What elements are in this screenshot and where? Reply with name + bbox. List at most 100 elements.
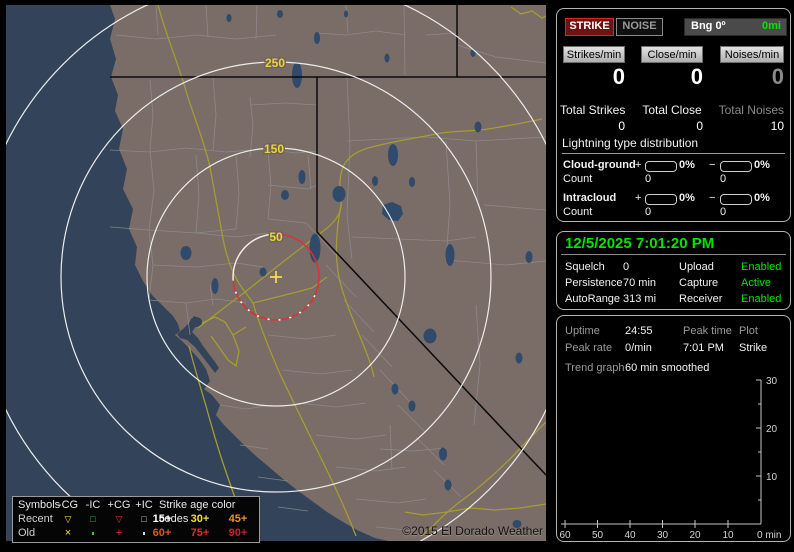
squelch-value: 0 bbox=[623, 259, 629, 275]
x-tick-10: 10 bbox=[722, 530, 734, 539]
age-45-label: 45+ bbox=[225, 512, 251, 526]
total-noises-label: Total Noises bbox=[712, 103, 784, 117]
receiver-label: Receiver bbox=[679, 291, 722, 307]
cg-minus-bar bbox=[720, 161, 752, 172]
status-panel: 12/5/2025 7:01:20 PM Squelch 0 Upload En… bbox=[556, 231, 791, 310]
strike-trend-graph: 30 20 10 60 50 40 30 20 10 0 min bbox=[557, 374, 790, 539]
noise-mode-button[interactable]: NOISE bbox=[616, 18, 663, 36]
plot-series-value: Strike bbox=[739, 340, 767, 356]
ring-label-50: 50 bbox=[269, 230, 283, 244]
capture-label: Capture bbox=[679, 275, 718, 291]
cg-minus-count: 0 bbox=[720, 173, 726, 186]
symbols-legend: Symbols -CG -IC +CG +IC Strike age color… bbox=[12, 496, 260, 543]
close-per-min-value: 0 bbox=[641, 64, 703, 90]
legend-pos-ic-header: +IC bbox=[131, 498, 157, 512]
x-tick-50: 50 bbox=[592, 530, 604, 539]
legend-symbols-header: Symbols bbox=[18, 498, 60, 512]
old-pos-cg-plus-icon: + bbox=[105, 526, 133, 540]
recent-neg-cg-triangle-icon: ▽ bbox=[55, 512, 81, 526]
cg-plus-bar bbox=[645, 161, 677, 172]
lightning-range-map[interactable]: 50 150 250 ©2015 El Dorado Weather bbox=[6, 5, 546, 541]
ic-plus-count: 0 bbox=[645, 206, 651, 219]
distribution-title: Lightning type distribution bbox=[562, 136, 785, 154]
legend-pos-cg-header: +CG bbox=[105, 498, 133, 512]
persistence-label: Persistence bbox=[565, 275, 622, 291]
ring-label-150: 150 bbox=[264, 142, 284, 156]
squelch-label: Squelch bbox=[565, 259, 605, 275]
strike-counters-panel: STRIKE NOISE Bng 0º 0mi Strikes/min Clos… bbox=[556, 8, 791, 222]
total-strikes-label: Total Strikes bbox=[560, 103, 632, 117]
datetime-separator bbox=[561, 254, 786, 255]
total-close-value: 0 bbox=[641, 119, 703, 133]
trend-panel: Uptime 24:55 Peak time Plot Peak rate 0/… bbox=[556, 315, 791, 542]
strikes-per-min-button[interactable]: Strikes/min bbox=[563, 46, 625, 63]
intracloud-label: Intracloud bbox=[563, 192, 616, 205]
persistence-value: 70 min bbox=[623, 275, 656, 291]
autorange-label: AutoRange bbox=[565, 291, 620, 307]
bearing-display: Bng 0º 0mi bbox=[684, 18, 787, 36]
cg-plus-sign: + bbox=[635, 159, 641, 172]
ic-minus-sign: − bbox=[709, 192, 715, 205]
cg-plus-percent: 0% bbox=[679, 159, 695, 172]
map-copyright: ©2015 El Dorado Weather bbox=[402, 524, 543, 538]
age-75-label: 75+ bbox=[187, 526, 213, 540]
total-noises-value: 10 bbox=[720, 119, 784, 133]
peak-time-value: 7:01 PM bbox=[683, 340, 724, 356]
ic-minus-bar bbox=[720, 194, 752, 205]
peak-rate-label: Peak rate bbox=[565, 340, 612, 356]
cg-minus-percent: 0% bbox=[754, 159, 770, 172]
noises-per-min-value: 0 bbox=[720, 64, 784, 90]
total-close-label: Total Close bbox=[637, 103, 707, 117]
bearing-label: Bng 0º bbox=[691, 19, 726, 34]
x-tick-40: 40 bbox=[624, 530, 636, 539]
cloud-ground-label: Cloud-ground bbox=[563, 159, 636, 172]
legend-recent-label: Recent bbox=[18, 512, 53, 526]
uptime-label: Uptime bbox=[565, 323, 600, 339]
recent-pos-cg-triangle-icon: ▽ bbox=[105, 512, 133, 526]
x-tick-60: 60 bbox=[559, 530, 571, 539]
strike-mode-button[interactable]: STRIKE bbox=[565, 18, 614, 36]
receiver-status: Enabled bbox=[741, 291, 781, 307]
x-tick-0min: 0 min bbox=[757, 530, 781, 539]
cg-minus-sign: − bbox=[709, 159, 715, 172]
y-tick-20: 20 bbox=[766, 424, 778, 435]
ic-plus-percent: 0% bbox=[679, 192, 695, 205]
close-per-min-button[interactable]: Close/min bbox=[641, 46, 703, 63]
uptime-value: 24:55 bbox=[625, 323, 653, 339]
legend-neg-cg-header: -CG bbox=[55, 498, 81, 512]
peak-rate-value: 0/min bbox=[625, 340, 652, 356]
age-15-label: 15+ bbox=[149, 512, 175, 526]
legend-neg-ic-header: -IC bbox=[81, 498, 105, 512]
total-strikes-value: 0 bbox=[563, 119, 625, 133]
old-neg-cg-x-icon: × bbox=[55, 526, 81, 540]
x-tick-30: 30 bbox=[657, 530, 669, 539]
old-neg-ic-dot-icon bbox=[81, 526, 105, 540]
upload-status: Enabled bbox=[741, 259, 781, 275]
upload-label: Upload bbox=[679, 259, 714, 275]
age-90-label: 90+ bbox=[225, 526, 251, 540]
ring-label-250: 250 bbox=[265, 56, 285, 70]
x-tick-20: 20 bbox=[689, 530, 701, 539]
app-window: 50 150 250 ©2015 El Dorado Weather Symbo… bbox=[0, 0, 794, 552]
bearing-distance-value: 0mi bbox=[762, 19, 781, 34]
recent-neg-ic-square-icon: □ bbox=[81, 512, 105, 526]
age-30-label: 30+ bbox=[187, 512, 213, 526]
current-datetime: 12/5/2025 7:01:20 PM bbox=[565, 235, 714, 252]
ic-minus-percent: 0% bbox=[754, 192, 770, 205]
capture-status: Active bbox=[741, 275, 771, 291]
ic-minus-count: 0 bbox=[720, 206, 726, 219]
autorange-value: 313 mi bbox=[623, 291, 656, 307]
ic-count-label: Count bbox=[563, 206, 592, 219]
ic-plus-sign: + bbox=[635, 192, 641, 205]
legend-old-label: Old bbox=[18, 526, 35, 540]
y-tick-10: 10 bbox=[766, 472, 778, 483]
peak-time-label: Peak time bbox=[683, 323, 732, 339]
y-tick-30: 30 bbox=[766, 376, 778, 387]
age-60-label: 60+ bbox=[149, 526, 175, 540]
cg-plus-count: 0 bbox=[645, 173, 651, 186]
ic-plus-bar bbox=[645, 194, 677, 205]
strikes-per-min-value: 0 bbox=[563, 64, 625, 90]
cg-count-label: Count bbox=[563, 173, 592, 186]
plot-label: Plot bbox=[739, 323, 758, 339]
noises-per-min-button[interactable]: Noises/min bbox=[720, 46, 784, 63]
